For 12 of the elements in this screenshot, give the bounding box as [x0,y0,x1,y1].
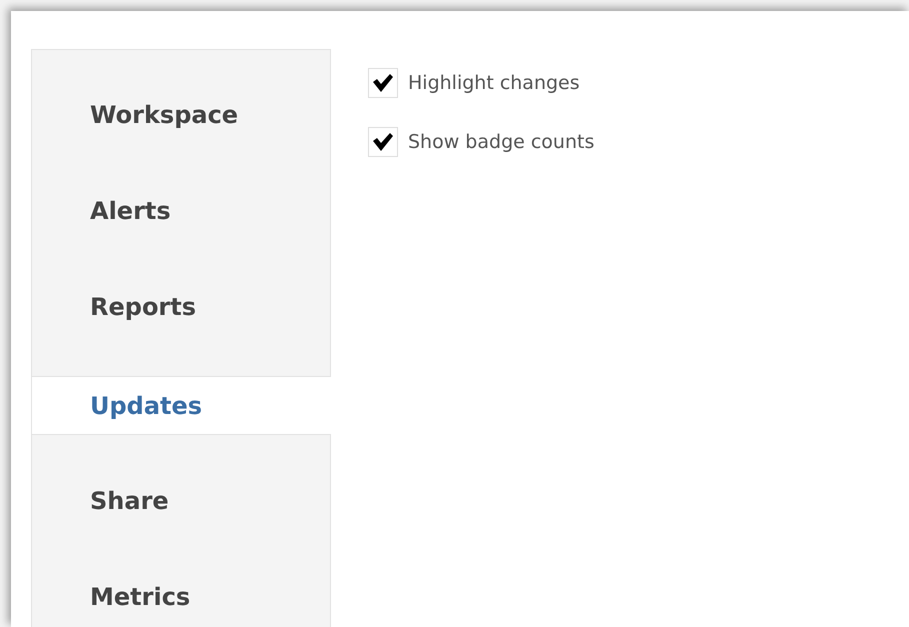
sidebar-item[interactable]: Reports [32,259,330,355]
sidebar-item[interactable]: Workspace [32,67,330,163]
sidebar-item[interactable]: Alerts [32,163,330,259]
checkmark-icon [372,132,394,152]
sidebar-item[interactable]: Metrics [32,549,330,627]
checkbox-label: Show badge counts [408,131,594,153]
checkbox[interactable] [368,68,398,98]
checkbox[interactable] [368,127,398,157]
checkbox-label: Highlight changes [408,72,580,94]
sidebar-item[interactable]: Share [32,453,330,549]
checkmark-icon [372,73,394,93]
sidebar-item[interactable]: Updates [32,376,331,435]
